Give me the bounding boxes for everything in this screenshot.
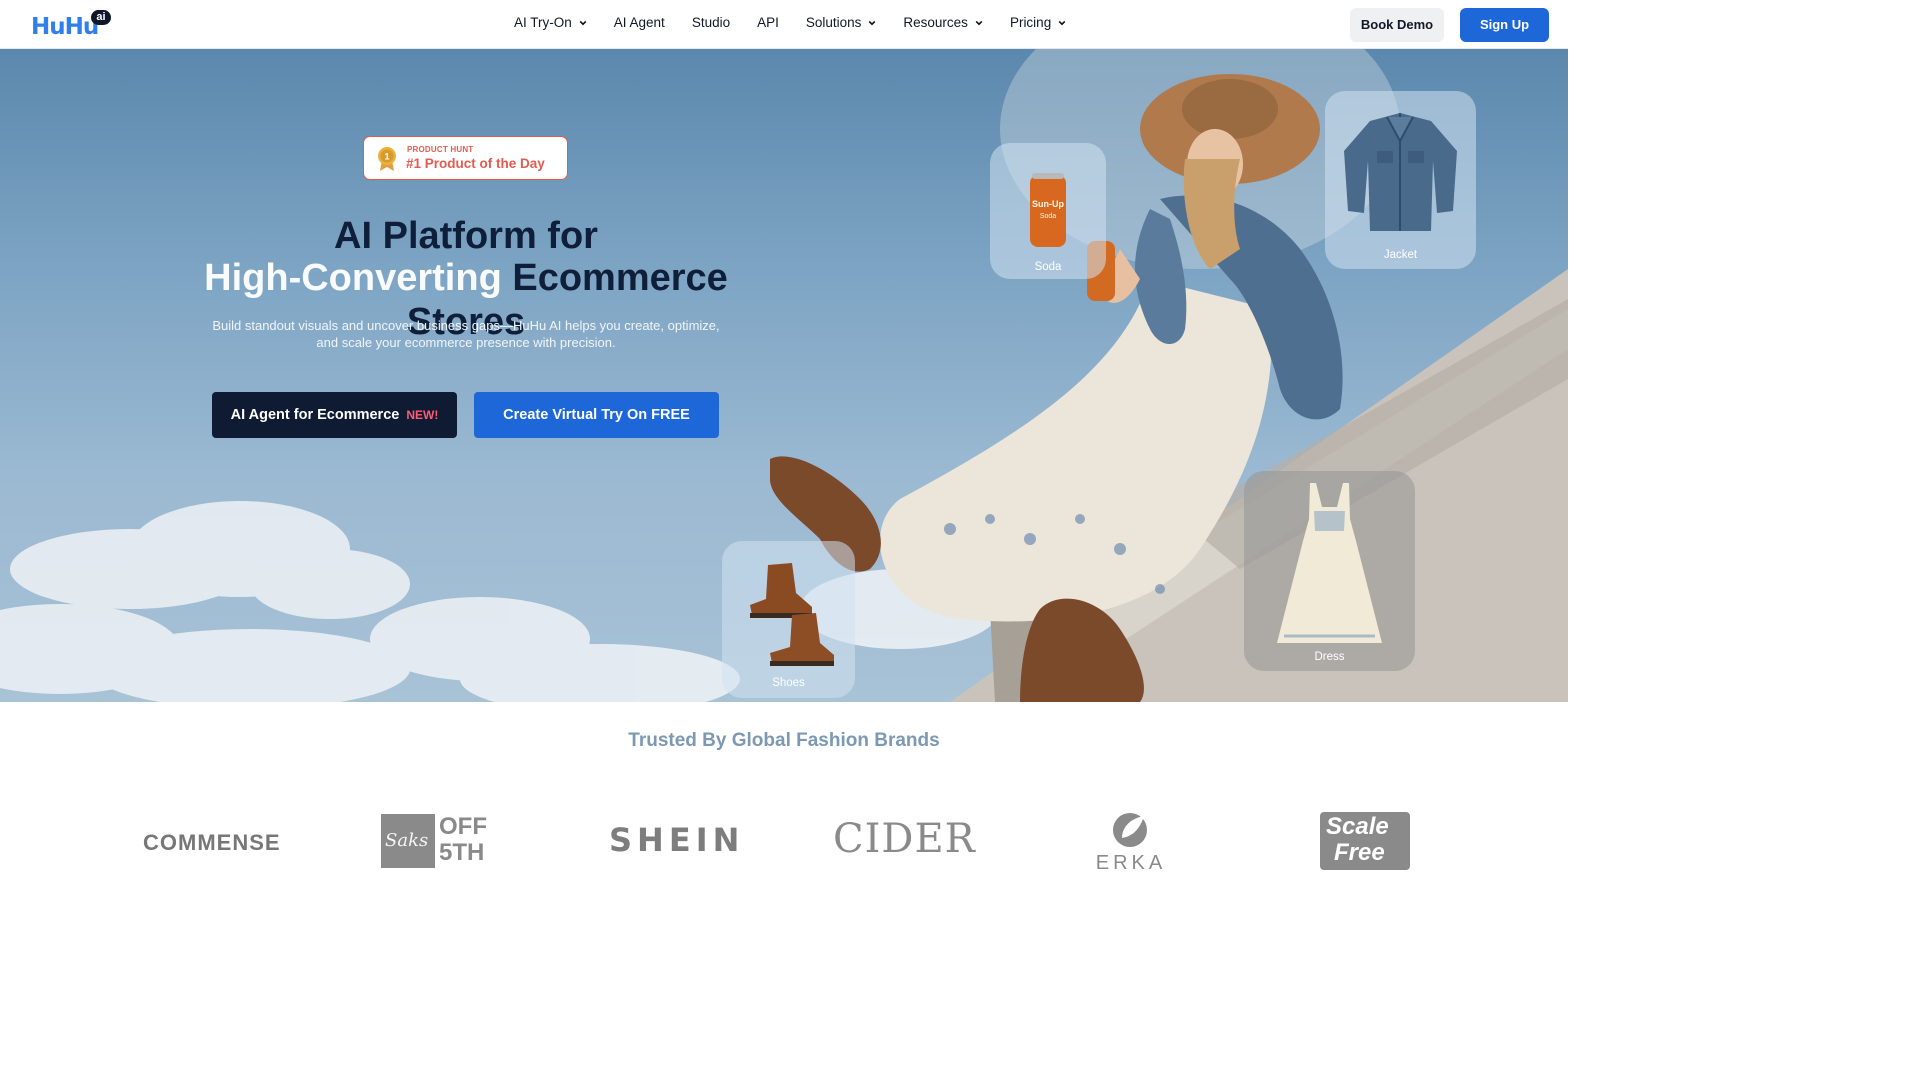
- menu-label: AI Agent: [613, 15, 665, 30]
- product-card-soda[interactable]: Sun-Up Soda Soda: [990, 143, 1106, 279]
- chevron-down-icon: [975, 20, 983, 25]
- dress-image: [1277, 483, 1382, 643]
- erka-leaf-icon: [1113, 813, 1147, 847]
- medal-icon: 1: [378, 147, 396, 171]
- brand-logo-saks-off-5th: Saks OFF 5TH: [381, 814, 493, 870]
- top-navbar: HuHu ai AI Try-On AI Agent Studio API So…: [0, 0, 1568, 49]
- ai-agent-button[interactable]: AI Agent for Ecommerce NEW!: [212, 392, 457, 438]
- hero-headline-line1: AI Platform for: [334, 215, 598, 257]
- brand-logo-cider: CIDER: [833, 816, 976, 862]
- menu-label: Resources: [903, 15, 968, 30]
- jacket-image: [1344, 113, 1457, 231]
- main-menu: AI Try-On AI Agent Studio API Solutions …: [514, 15, 1093, 30]
- hero-subtitle: Build standout visuals and uncover busin…: [200, 317, 732, 351]
- chevron-down-icon: [869, 20, 876, 25]
- chevron-down-icon: [1058, 20, 1066, 25]
- saks-5th-text: 5TH: [439, 839, 485, 866]
- scale-text: Scale: [1326, 813, 1389, 840]
- product-hunt-badge[interactable]: 1 PRODUCT HUNT #1 Product of the Day: [363, 136, 568, 180]
- saks-off-text: OFF: [439, 813, 487, 840]
- logo-ai-badge: ai: [91, 10, 111, 25]
- can-sub-text: Soda: [1040, 213, 1056, 220]
- menu-label: Pricing: [1009, 15, 1052, 30]
- card-label-soda: Soda: [1034, 261, 1062, 273]
- menu-label: API: [757, 15, 779, 30]
- card-label-shoes: Shoes: [772, 677, 805, 689]
- commense-text: COMMENSE: [143, 830, 281, 855]
- subtitle-line: Build standout visuals and uncover busin…: [212, 318, 720, 333]
- badge-small-text: PRODUCT HUNT: [407, 145, 474, 154]
- card-label-jacket: Jacket: [1383, 249, 1418, 261]
- cta-label: AI Agent for Ecommerce: [230, 407, 400, 423]
- card-label-dress: Dress: [1314, 651, 1345, 663]
- erka-text: ERKA: [1095, 852, 1167, 874]
- free-text: Free: [1334, 839, 1385, 866]
- can-brand-text: Sun-Up: [1032, 199, 1064, 209]
- product-card-jacket[interactable]: Jacket: [1325, 91, 1476, 269]
- menu-pricing[interactable]: Pricing: [1010, 15, 1066, 30]
- soda-can-image: Sun-Up Soda: [1030, 173, 1066, 247]
- brand-logo-scale-free: Scale Free: [1320, 812, 1410, 870]
- menu-resources[interactable]: Resources: [903, 15, 983, 30]
- menu-ai-try-on[interactable]: AI Try-On: [514, 15, 587, 30]
- menu-studio[interactable]: Studio: [692, 15, 730, 30]
- shein-text: SHEIN: [609, 821, 745, 859]
- product-card-dress[interactable]: Dress: [1244, 471, 1415, 671]
- headline-highlight: High-Converting: [204, 257, 502, 299]
- menu-ai-agent[interactable]: AI Agent: [614, 15, 665, 30]
- logo-wordmark: HuHu: [31, 14, 99, 40]
- menu-solutions[interactable]: Solutions: [806, 15, 877, 30]
- shoes-image: [750, 563, 834, 666]
- menu-label: Solutions: [805, 15, 862, 30]
- virtual-try-on-button[interactable]: Create Virtual Try On FREE: [474, 392, 719, 438]
- menu-label: Studio: [691, 15, 731, 30]
- chevron-down-icon: [579, 20, 587, 25]
- brand-logo-commense: COMMENSE: [143, 830, 281, 856]
- sign-up-button[interactable]: Sign Up: [1460, 8, 1549, 42]
- subtitle-line: and scale your ecommerce presence with p…: [316, 335, 616, 350]
- badge-title: #1 Product of the Day: [406, 156, 545, 171]
- svg-text:1: 1: [384, 152, 389, 162]
- product-card-shoes[interactable]: Shoes: [722, 541, 855, 698]
- huhu-logo[interactable]: HuHu ai: [31, 10, 113, 40]
- hero-section: 1 PRODUCT HUNT #1 Product of the Day AI …: [0, 49, 1568, 702]
- menu-api[interactable]: API: [757, 15, 779, 30]
- cider-text: CIDER: [833, 816, 976, 862]
- trusted-brands-heading: Trusted By Global Fashion Brands: [628, 730, 940, 751]
- brand-logo-erka: ERKA: [1092, 808, 1170, 876]
- new-tag: NEW!: [406, 408, 439, 422]
- saks-script-text: Saks: [385, 830, 429, 851]
- brand-logo-shein: SHEIN: [609, 821, 744, 859]
- menu-label: AI Try-On: [514, 15, 572, 30]
- book-demo-button[interactable]: Book Demo: [1350, 8, 1444, 42]
